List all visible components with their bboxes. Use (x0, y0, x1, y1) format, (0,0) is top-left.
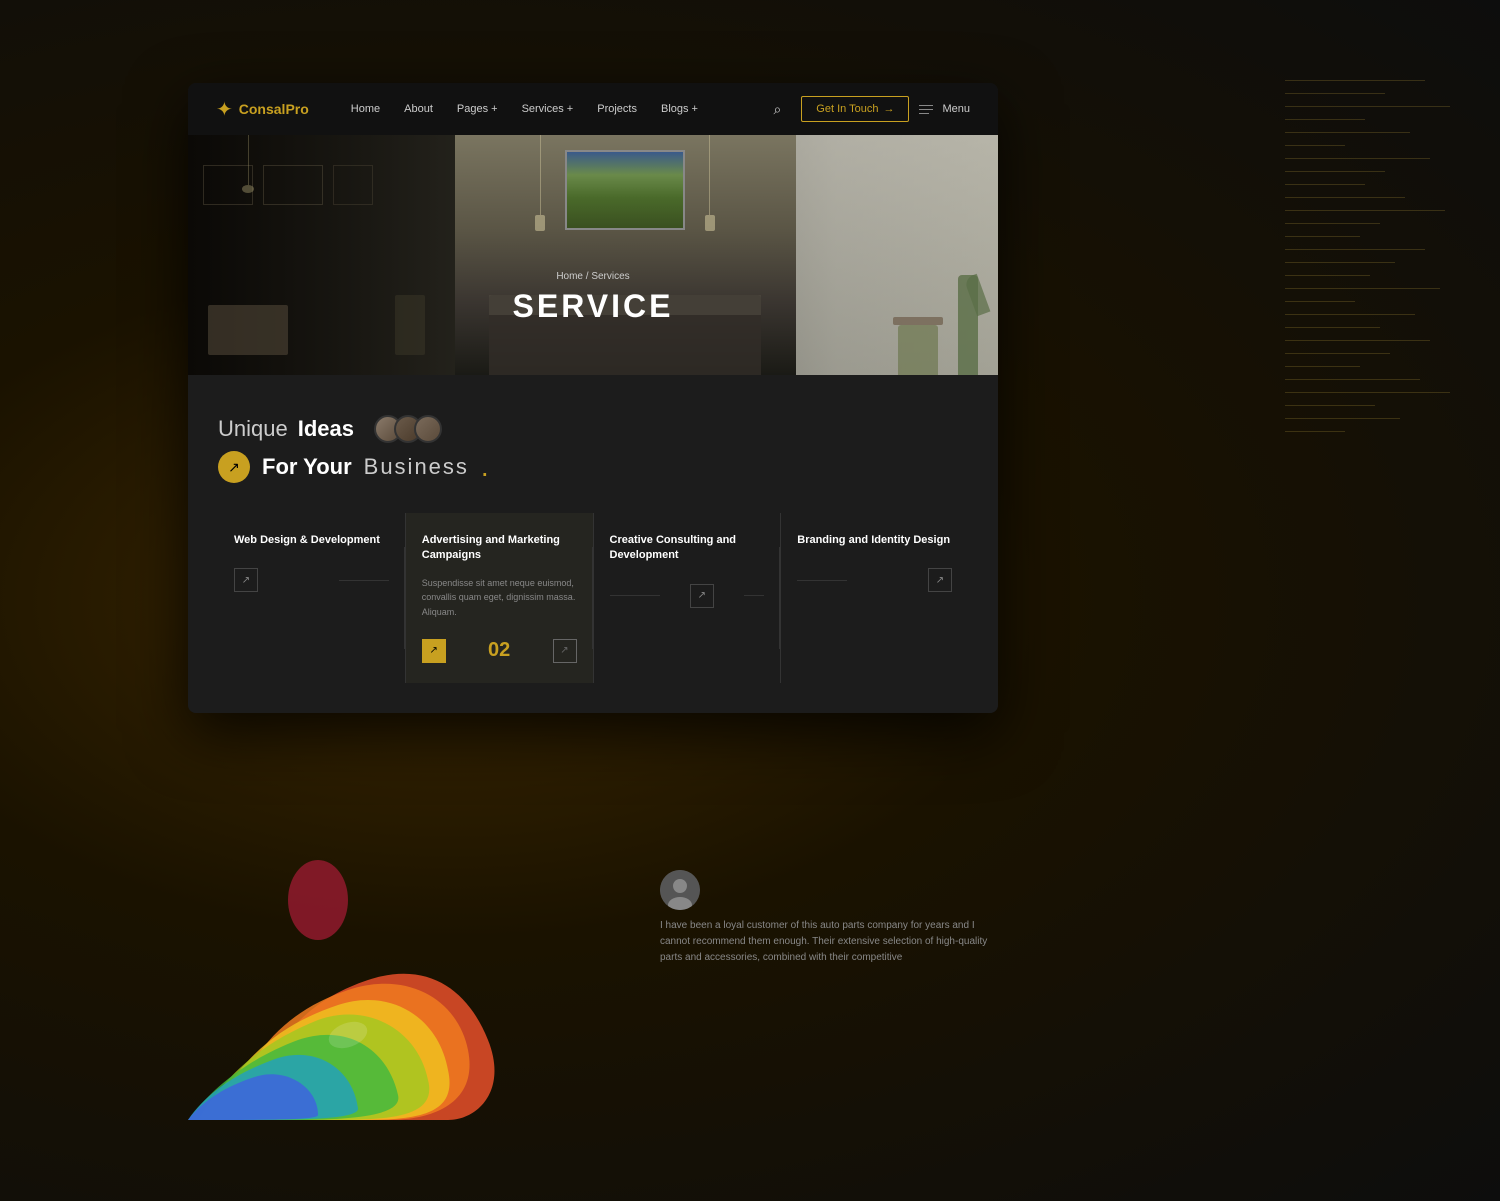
avatar-3 (414, 415, 442, 443)
menu-lines-icon (919, 105, 933, 114)
hero-banner: Home / Services SERVICE (188, 135, 998, 375)
hero-breadcrumb: Home / Services (513, 271, 674, 282)
service-card-4-divider-left (797, 580, 847, 581)
hero-bg-image (188, 135, 998, 375)
colorful-blob-svg (188, 840, 528, 1120)
avatar-svg (660, 870, 700, 910)
headline-ideas: Ideas (298, 416, 354, 442)
testimonial-area: I have been a loyal customer of this aut… (660, 870, 1000, 966)
service-card-4: Branding and Identity Design ↗ (781, 513, 968, 683)
search-icon[interactable]: ⌕ (773, 101, 781, 118)
nav-about[interactable]: About (392, 83, 445, 135)
headline-avatars (374, 415, 442, 443)
services-headline-row1: Unique Ideas (218, 415, 968, 443)
nav-links: Home About Pages + Services + Projects B… (339, 83, 764, 135)
services-section: Unique Ideas ↗ For Your Business . Web D… (188, 375, 998, 713)
colorful-shape-area (188, 840, 588, 1200)
browser-window: ✦ ConsalPro Home About Pages + Services … (188, 83, 998, 713)
hero-painting (565, 150, 685, 230)
nav-home[interactable]: Home (339, 83, 392, 135)
service-card-3-arrow[interactable]: ↗ (690, 584, 714, 608)
cta-arrow-icon: → (883, 103, 894, 115)
service-card-2-right-divider (592, 547, 593, 649)
nav-blogs[interactable]: Blogs + (649, 83, 710, 135)
service-card-2-arrow[interactable]: ↗ (422, 639, 446, 663)
headline-dot: . (481, 451, 489, 483)
service-card-2-desc: Suspendisse sit amet neque euismod, conv… (422, 576, 577, 619)
service-card-3-bottom: ↗ (610, 584, 765, 608)
service-card-1-title: Web Design & Development (234, 533, 389, 548)
testimonial-text: I have been a loyal customer of this aut… (660, 918, 1000, 966)
nav-projects[interactable]: Projects (585, 83, 649, 135)
service-card-3-right-divider (779, 547, 780, 649)
service-card-3-title: Creative Consulting and Development (610, 533, 765, 564)
logo-text: ConsalPro (239, 101, 309, 117)
service-card-1-right-divider (404, 547, 405, 649)
service-card-1-divider (339, 580, 389, 581)
headline-business: Business (364, 454, 469, 480)
services-headline-row2: ↗ For Your Business . (218, 451, 968, 483)
headline-unique: Unique (218, 416, 288, 442)
cta-button[interactable]: Get In Touch → (801, 96, 909, 122)
service-card-1-arrow[interactable]: ↗ (234, 568, 258, 592)
cta-label: Get In Touch (816, 103, 878, 115)
hero-center-image (455, 135, 795, 375)
service-card-1-bottom: ↗ (234, 568, 389, 592)
nav-pages[interactable]: Pages + (445, 83, 510, 135)
service-card-2-number: 02 (488, 639, 510, 662)
navbar: ✦ ConsalPro Home About Pages + Services … (188, 83, 998, 135)
logo-icon: ✦ (216, 97, 233, 122)
service-cards-grid: Web Design & Development ↗ Advertising a… (218, 513, 968, 683)
arrow-circle-icon: ↗ (218, 451, 250, 483)
service-card-4-bottom: ↗ (797, 568, 952, 592)
service-card-3-divider-left (610, 595, 660, 596)
service-card-3-divider-right (744, 595, 764, 596)
service-card-2-arrow-right[interactable]: ↗ (553, 639, 577, 663)
service-card-1: Web Design & Development ↗ (218, 513, 405, 683)
logo[interactable]: ✦ ConsalPro (216, 97, 309, 122)
service-card-2-bottom: ↗ 02 ↗ (422, 639, 577, 663)
hero-content: Home / Services SERVICE (513, 271, 674, 325)
service-card-4-arrow[interactable]: ↗ (928, 568, 952, 592)
hero-panel-right (796, 135, 999, 375)
service-card-4-title: Branding and Identity Design (797, 533, 952, 548)
service-card-2-title: Advertising and Marketing Campaigns (422, 533, 577, 564)
menu-button[interactable]: Menu (919, 103, 970, 115)
nav-services[interactable]: Services + (510, 83, 586, 135)
hero-panel-left (188, 135, 455, 375)
testimonial-avatar (660, 870, 700, 910)
service-card-2: Advertising and Marketing Campaigns Susp… (406, 513, 593, 683)
decorative-lines-right (1285, 80, 1450, 444)
headline-for-your: For Your (262, 454, 352, 480)
hero-title: SERVICE (513, 288, 674, 325)
service-card-3: Creative Consulting and Development ↗ (594, 513, 781, 683)
menu-label: Menu (942, 103, 970, 115)
